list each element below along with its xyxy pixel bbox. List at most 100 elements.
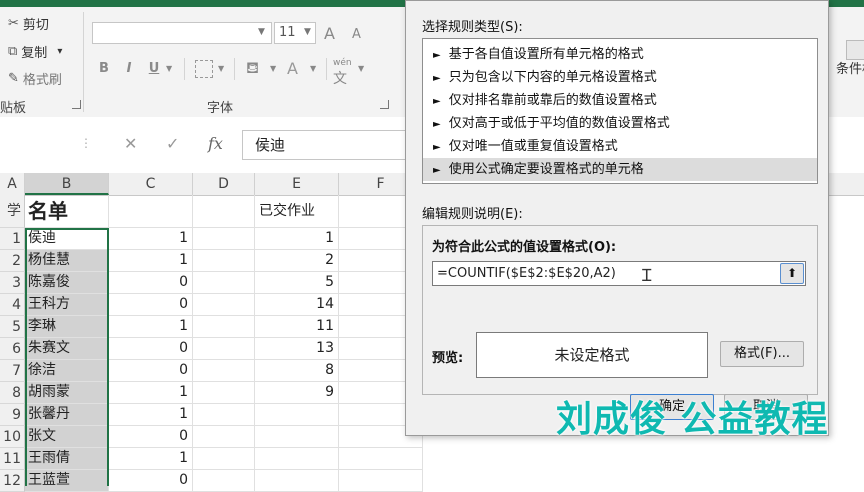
- table-row-submitted[interactable]: 9: [255, 382, 339, 404]
- table-row-submitted[interactable]: 14: [255, 294, 339, 316]
- table-row-value[interactable]: 1: [109, 316, 193, 338]
- row-header[interactable]: 11: [0, 448, 25, 470]
- cell[interactable]: [193, 404, 255, 426]
- row-header[interactable]: 12: [0, 470, 25, 492]
- table-row-submitted[interactable]: [255, 426, 339, 448]
- table-row-submitted[interactable]: 1: [255, 228, 339, 250]
- rule-type-list[interactable]: ► 基于各自值设置所有单元格的格式 ► 只为包含以下内容的单元格设置格式 ► 仅对排名靠前…: [422, 38, 818, 184]
- column-header-e[interactable]: E: [255, 173, 339, 195]
- cut-button[interactable]: ✂ 剪切: [8, 14, 49, 33]
- table-row-name[interactable]: 王蓝萱: [25, 470, 109, 492]
- rule-type-item[interactable]: ► 只为包含以下内容的单元格设置格式: [423, 66, 817, 89]
- chevron-down-icon[interactable]: ▼: [166, 64, 172, 73]
- table-row-value[interactable]: 0: [109, 338, 193, 360]
- underline-button[interactable]: U: [144, 61, 164, 76]
- formula-input[interactable]: 侯迪: [242, 130, 412, 160]
- format-painter-button[interactable]: ✎ 格式刷: [8, 69, 62, 88]
- chevron-down-icon[interactable]: ▼: [218, 64, 224, 73]
- chevron-down-icon[interactable]: ▼: [310, 64, 316, 73]
- cell[interactable]: [339, 448, 423, 470]
- chevron-down-icon[interactable]: ▼: [258, 27, 265, 37]
- cell[interactable]: [193, 338, 255, 360]
- table-row-name[interactable]: 张馨丹: [25, 404, 109, 426]
- table-row-submitted[interactable]: 13: [255, 338, 339, 360]
- table-row-submitted[interactable]: [255, 448, 339, 470]
- italic-button[interactable]: I: [119, 61, 139, 76]
- column-header-d[interactable]: D: [193, 173, 255, 195]
- table-row-submitted[interactable]: 5: [255, 272, 339, 294]
- table-row-name[interactable]: 胡雨蒙: [25, 382, 109, 404]
- table-row-value[interactable]: 0: [109, 360, 193, 382]
- row-header[interactable]: 1: [0, 228, 25, 250]
- row-header[interactable]: 4: [0, 294, 25, 316]
- phonetic-guide-icon[interactable]: wén: [333, 58, 352, 68]
- borders-icon[interactable]: [195, 60, 213, 78]
- row-header[interactable]: 6: [0, 338, 25, 360]
- chevron-down-icon[interactable]: ▼: [358, 64, 364, 73]
- row-header[interactable]: 7: [0, 360, 25, 382]
- table-row-value[interactable]: 1: [109, 228, 193, 250]
- table-row-value[interactable]: 0: [109, 426, 193, 448]
- table-row-name[interactable]: 杨佳慧: [25, 250, 109, 272]
- table-row-value[interactable]: 1: [109, 250, 193, 272]
- table-row-submitted[interactable]: 2: [255, 250, 339, 272]
- cell[interactable]: [193, 294, 255, 316]
- grow-font-button[interactable]: A: [324, 24, 335, 43]
- dialog-launcher-icon[interactable]: [380, 100, 389, 109]
- chevron-down-icon[interactable]: ▾: [57, 46, 62, 57]
- chevron-down-icon[interactable]: ▼: [270, 64, 276, 73]
- row-header[interactable]: 2: [0, 250, 25, 272]
- table-row-value[interactable]: 0: [109, 470, 193, 492]
- cell[interactable]: [193, 228, 255, 250]
- fill-color-icon[interactable]: ⛾: [246, 58, 259, 79]
- row-header[interactable]: 3: [0, 272, 25, 294]
- table-row-name[interactable]: 张文: [25, 426, 109, 448]
- table-row-name[interactable]: 徐洁: [25, 360, 109, 382]
- table-row-name[interactable]: 王雨倩: [25, 448, 109, 470]
- bold-button[interactable]: B: [94, 61, 114, 76]
- cell[interactable]: [193, 426, 255, 448]
- cell[interactable]: [193, 250, 255, 272]
- cell[interactable]: [193, 382, 255, 404]
- confirm-entry-icon[interactable]: ✓: [166, 134, 179, 153]
- row-header[interactable]: 5: [0, 316, 25, 338]
- column-header-b[interactable]: B: [25, 173, 109, 195]
- table-row-value[interactable]: 0: [109, 294, 193, 316]
- font-name-combo[interactable]: [92, 22, 272, 44]
- cell-submitted-header[interactable]: 已交作业: [255, 195, 339, 228]
- drag-handle-icon[interactable]: ⋮: [80, 136, 92, 150]
- table-row-value[interactable]: 1: [109, 382, 193, 404]
- shrink-font-button[interactable]: A: [352, 27, 361, 42]
- table-row-name[interactable]: 王科方: [25, 294, 109, 316]
- chevron-down-icon[interactable]: ▼: [304, 27, 311, 37]
- cell[interactable]: [193, 272, 255, 294]
- row-header[interactable]: 8: [0, 382, 25, 404]
- cell[interactable]: [339, 470, 423, 492]
- table-row-name[interactable]: 陈嘉俊: [25, 272, 109, 294]
- formula-input[interactable]: =COUNTIF($E$2:$E$20,A2): [432, 261, 806, 286]
- table-row-value[interactable]: 1: [109, 404, 193, 426]
- cell[interactable]: [193, 360, 255, 382]
- table-row-value[interactable]: 0: [109, 272, 193, 294]
- row-header[interactable]: 9: [0, 404, 25, 426]
- table-row-submitted[interactable]: 8: [255, 360, 339, 382]
- format-button[interactable]: 格式(F)...: [720, 341, 804, 367]
- cancel-entry-icon[interactable]: ✕: [124, 134, 137, 153]
- table-row-submitted[interactable]: 11: [255, 316, 339, 338]
- font-color-button[interactable]: A: [287, 59, 298, 78]
- collapse-dialog-button[interactable]: ⬆: [780, 263, 804, 284]
- table-row-value[interactable]: 1: [109, 448, 193, 470]
- rule-type-item[interactable]: ► 仅对唯一值或重复值设置格式: [423, 135, 817, 158]
- cell[interactable]: [193, 316, 255, 338]
- rule-type-item[interactable]: ► 仅对排名靠前或靠后的数值设置格式: [423, 89, 817, 112]
- rule-type-item[interactable]: ► 使用公式确定要设置格式的单元格: [423, 158, 817, 181]
- column-header-c[interactable]: C: [109, 173, 193, 195]
- row-header[interactable]: 10: [0, 426, 25, 448]
- insert-function-icon[interactable]: fx: [208, 134, 223, 153]
- cell-student-id-header[interactable]: 学号: [0, 195, 25, 252]
- table-row-name[interactable]: 朱赛文: [25, 338, 109, 360]
- rule-type-item[interactable]: ► 基于各自值设置所有单元格的格式: [423, 43, 817, 66]
- cell[interactable]: [193, 470, 255, 492]
- cell[interactable]: [193, 448, 255, 470]
- conditional-format-icon[interactable]: [846, 40, 864, 60]
